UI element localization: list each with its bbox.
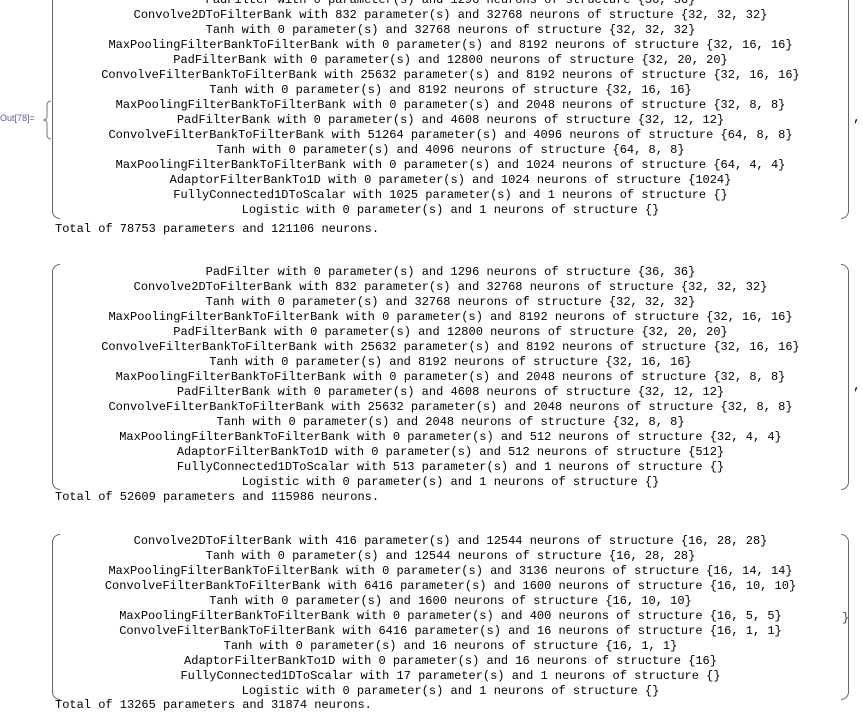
layer-line: ConvolveFilterBankToFilterBank with 5126… (108, 128, 793, 142)
list-separator: , (853, 378, 861, 393)
output-label: Out[78]= (0, 113, 35, 123)
layer-list: Convolve2DToFilterBank with 416 paramete… (60, 534, 841, 699)
layer-line: Tanh with 0 parameter(s) and 32768 neuro… (205, 295, 696, 309)
network-total: Total of 13265 parameters and 31874 neur… (55, 698, 372, 712)
layer-line: PadFilter with 0 parameter(s) and 1296 n… (205, 0, 696, 7)
layer-line: AdaptorFilterBankTo1D with 0 parameter(s… (184, 654, 717, 668)
layer-line: ConvolveFilterBankToFilterBank with 2563… (101, 68, 800, 82)
layer-line: Tanh with 0 parameter(s) and 4096 neuron… (216, 143, 685, 157)
layer-line: Tanh with 0 parameter(s) and 12544 neuro… (205, 549, 696, 563)
network-block-3: Convolve2DToFilterBank with 416 paramete… (52, 534, 849, 714)
layer-line: FullyConnected1DToScalar with 1025 param… (173, 188, 728, 202)
layer-line: Logistic with 0 parameter(s) and 1 neuro… (241, 475, 660, 489)
layer-line: ConvolveFilterBankToFilterBank with 2563… (108, 400, 793, 414)
right-paren (841, 0, 849, 219)
right-paren (841, 264, 849, 490)
layer-line: Tanh with 0 parameter(s) and 16 neurons … (223, 639, 678, 653)
closing-brace: } (842, 611, 850, 625)
layer-line: ConvolveFilterBankToFilterBank with 6416… (104, 579, 797, 593)
left-paren (52, 264, 60, 490)
network-total: Total of 52609 parameters and 115986 neu… (55, 490, 380, 504)
layer-line: MaxPoolingFilterBankToFilterBank with 0 … (108, 38, 793, 52)
layer-line: AdaptorFilterBankTo1D with 0 parameter(s… (176, 445, 725, 459)
left-paren (52, 0, 60, 219)
network-total: Total of 78753 parameters and 121106 neu… (55, 222, 380, 236)
layer-list: PadFilter with 0 parameter(s) and 1296 n… (60, 0, 841, 218)
layer-line: Tanh with 0 parameter(s) and 1600 neuron… (209, 594, 692, 608)
layer-line: Tanh with 0 parameter(s) and 8192 neuron… (209, 355, 692, 369)
layer-line: PadFilterBank with 0 parameter(s) and 46… (176, 113, 725, 127)
layer-line: MaxPoolingFilterBankToFilterBank with 0 … (108, 310, 793, 324)
layer-list: PadFilter with 0 parameter(s) and 1296 n… (60, 265, 841, 490)
network-block-1: PadFilter with 0 parameter(s) and 1296 n… (52, 0, 849, 236)
layer-line: MaxPoolingFilterBankToFilterBank with 0 … (115, 98, 786, 112)
layer-line: Convolve2DToFilterBank with 832 paramete… (133, 280, 768, 294)
layer-line: Tanh with 0 parameter(s) and 8192 neuron… (209, 83, 692, 97)
layer-line: FullyConnected1DToScalar with 17 paramet… (180, 669, 721, 683)
layer-line: Tanh with 0 parameter(s) and 2048 neuron… (216, 415, 685, 429)
layer-line: PadFilterBank with 0 parameter(s) and 12… (173, 325, 728, 339)
layer-line: Tanh with 0 parameter(s) and 32768 neuro… (205, 23, 696, 37)
layer-line: MaxPoolingFilterBankToFilterBank with 0 … (115, 370, 786, 384)
left-paren (52, 534, 60, 700)
layer-line: MaxPoolingFilterBankToFilterBank with 0 … (115, 158, 786, 172)
layer-line: PadFilterBank with 0 parameter(s) and 12… (173, 53, 728, 67)
layer-line: Convolve2DToFilterBank with 416 paramete… (133, 534, 768, 548)
layer-line: Convolve2DToFilterBank with 832 paramete… (133, 8, 768, 22)
layer-line: MaxPoolingFilterBankToFilterBank with 0 … (108, 564, 793, 578)
layer-line: MaxPoolingFilterBankToFilterBank with 0 … (119, 609, 782, 623)
layer-line: PadFilterBank with 0 parameter(s) and 46… (176, 385, 725, 399)
layer-line: AdaptorFilterBankTo1D with 0 parameter(s… (169, 173, 732, 187)
left-brace-icon (42, 100, 52, 140)
layer-line: Logistic with 0 parameter(s) and 1 neuro… (241, 203, 660, 217)
list-separator: , (853, 110, 861, 125)
layer-line: MaxPoolingFilterBankToFilterBank with 0 … (119, 430, 782, 444)
layer-line: Logistic with 0 parameter(s) and 1 neuro… (241, 684, 660, 698)
layer-line: FullyConnected1DToScalar with 513 parame… (176, 460, 725, 474)
network-block-2: PadFilter with 0 parameter(s) and 1296 n… (52, 264, 849, 504)
layer-line: ConvolveFilterBankToFilterBank with 2563… (101, 340, 800, 354)
layer-line: PadFilter with 0 parameter(s) and 1296 n… (205, 265, 696, 279)
layer-line: ConvolveFilterBankToFilterBank with 6416… (119, 624, 782, 638)
